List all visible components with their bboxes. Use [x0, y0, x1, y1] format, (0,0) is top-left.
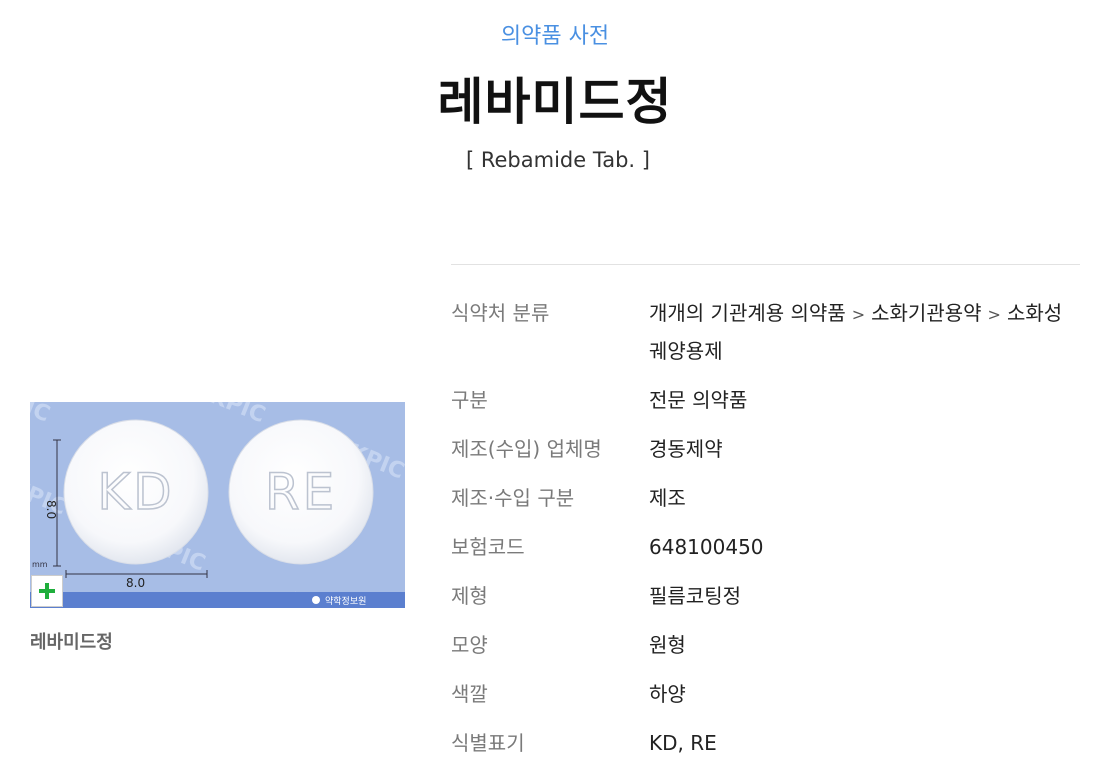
- info-value: 하양: [649, 682, 686, 706]
- info-row-color: 색깔 하양: [451, 676, 1080, 713]
- info-label: 식별표기: [451, 731, 525, 755]
- classification-level-1: 개개의 기관계용 의약품: [649, 301, 846, 325]
- footer-logo-text: 약학정보원: [325, 595, 366, 607]
- info-row-manufacture-import: 제조·수입 구분 제조: [451, 480, 1080, 517]
- info-value: 원형: [649, 633, 686, 657]
- pill-photo: KPIC KPIC KPIC KPIC KPIC KPIC KPIC KPIC …: [30, 402, 405, 608]
- info-label: 모양: [451, 633, 488, 657]
- image-caption: 레바미드정: [30, 632, 113, 653]
- unit-label: mm: [32, 560, 48, 569]
- info-value: 648100450: [649, 535, 764, 559]
- info-label: 제형: [451, 584, 488, 608]
- info-value: 전문 의약품: [649, 388, 748, 412]
- info-value: 경동제약: [649, 437, 723, 461]
- info-row-identifier: 식별표기 KD, RE: [451, 725, 1080, 762]
- pill-image[interactable]: KPIC KPIC KPIC KPIC KPIC KPIC KPIC KPIC …: [30, 402, 405, 608]
- height-dimension: 8.0: [44, 500, 58, 519]
- kpic-logo-icon: [312, 596, 320, 604]
- breadcrumb-separator: >: [987, 305, 1001, 324]
- info-label: 구분: [451, 388, 488, 412]
- info-value: KD, RE: [649, 731, 717, 755]
- info-row-insurance-code: 보험코드 648100450: [451, 529, 1080, 566]
- drug-english-name: [ Rebamide Tab. ]: [466, 148, 650, 172]
- drug-title: 레바미드정: [437, 73, 673, 131]
- width-dimension: 8.0: [126, 576, 145, 590]
- info-row-dosage-form: 제형 필름코팅정: [451, 578, 1080, 615]
- info-label: 제조(수입) 업체명: [451, 437, 602, 461]
- info-label: 식약처 분류: [451, 301, 550, 325]
- info-value: 제조: [649, 486, 686, 510]
- plus-icon: [39, 583, 55, 599]
- info-label: 색깔: [451, 682, 488, 706]
- info-value: 개개의 기관계용 의약품 > 소화기관용약 > 소화성궤양용제: [649, 295, 1080, 370]
- pill-back-marking: RE: [265, 463, 337, 521]
- drug-info-table: 식약처 분류 개개의 기관계용 의약품 > 소화기관용약 > 소화성궤양용제 구분 전문…: [451, 264, 1080, 762]
- info-row-classification: 식약처 분류 개개의 기관계용 의약품 > 소화기관용약 > 소화성궤양용제: [451, 295, 1080, 370]
- pill-figure: KPIC KPIC KPIC KPIC KPIC KPIC KPIC KPIC …: [30, 402, 405, 654]
- classification-level-2: 소화기관용약: [871, 301, 982, 325]
- zoom-button[interactable]: [31, 575, 63, 607]
- info-row-shape: 모양 원형: [451, 627, 1080, 664]
- info-label: 제조·수입 구분: [451, 486, 575, 510]
- breadcrumb-separator: >: [851, 305, 866, 324]
- info-row-manufacturer: 제조(수입) 업체명 경동제약: [451, 431, 1080, 468]
- info-label: 보험코드: [451, 535, 525, 559]
- pill-front-marking: KD: [97, 463, 174, 521]
- category-link[interactable]: 의약품 사전: [0, 18, 1110, 50]
- info-row-type: 구분 전문 의약품: [451, 382, 1080, 419]
- info-value: 필름코팅정: [649, 584, 741, 608]
